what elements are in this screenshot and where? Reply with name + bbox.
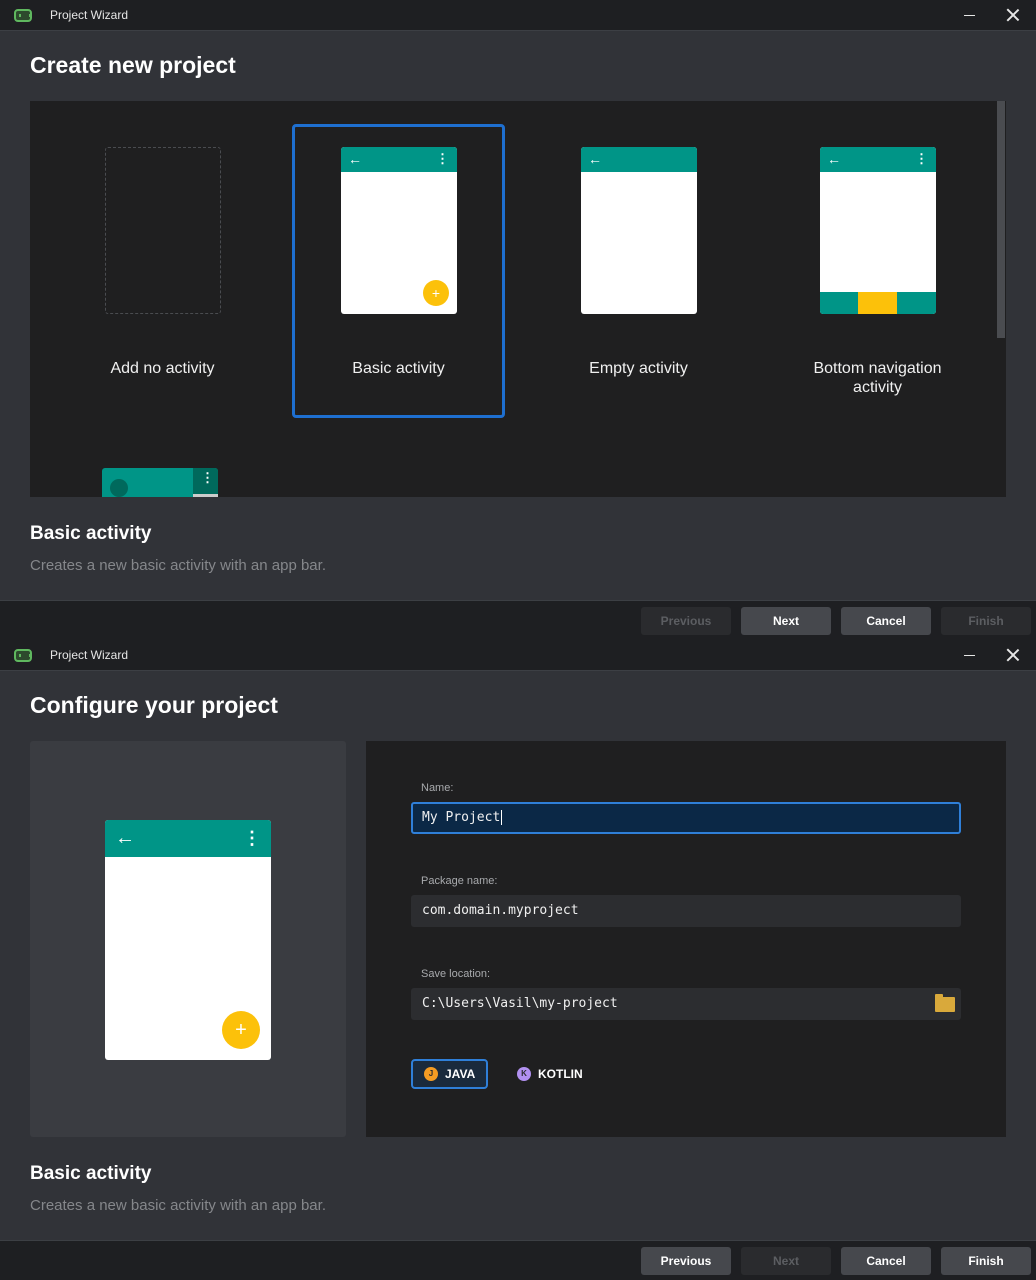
language-option-kotlin[interactable]: K KOTLIN (504, 1059, 583, 1089)
wizard-footer: Previous Next Cancel Finish (0, 1240, 1036, 1280)
page-title: Create new project (30, 52, 236, 78)
basic-activity-preview: ← ⋮ + (341, 147, 457, 314)
finish-button[interactable]: Finish (941, 1247, 1031, 1275)
close-icon[interactable] (1006, 8, 1020, 22)
bottom-navigation-preview: ← ⋮ (820, 147, 936, 314)
title-bar: Project Wizard (0, 640, 1036, 671)
fab-icon: + (222, 1011, 260, 1049)
window-title: Project Wizard (50, 648, 129, 662)
package-name-value: com.domain.myproject (422, 903, 579, 918)
name-value: My Project (422, 810, 501, 825)
back-arrow-icon: ← (115, 827, 135, 849)
cancel-button[interactable]: Cancel (841, 1247, 931, 1275)
language-label: JAVA (445, 1067, 476, 1081)
app-bar: ← ⋮ (341, 147, 457, 172)
back-arrow-icon: ← (588, 151, 602, 167)
template-label: Add no activity (110, 360, 215, 377)
app-bar: ← ⋮ (820, 147, 936, 172)
template-tile-basic-activity[interactable]: ← ⋮ + Basic activity (292, 124, 505, 418)
language-option-java[interactable]: J JAVA (411, 1059, 488, 1089)
close-icon[interactable] (1006, 648, 1020, 662)
save-location-field[interactable]: C:\Users\Vasil\my-project (411, 988, 961, 1020)
language-label: KOTLIN (538, 1067, 583, 1081)
template-description-text: Creates a new basic activity with an app… (30, 557, 326, 574)
title-bar: Project Wizard (0, 0, 1036, 31)
kotlin-icon: K (517, 1067, 531, 1081)
template-tile-partial[interactable] (102, 468, 218, 497)
app-bar: ← ⋮ (105, 820, 271, 857)
template-tile-bottom-navigation[interactable]: ← ⋮ Bottom navigation activity (771, 124, 984, 418)
template-description-title: Basic activity (30, 1163, 152, 1184)
partial-tile-strip (193, 494, 218, 497)
package-name-label: Package name: (421, 875, 498, 887)
template-preview-panel: ← ⋮ + (30, 741, 346, 1137)
window-title: Project Wizard (50, 8, 129, 22)
avatar-icon (110, 479, 128, 497)
save-location-value: C:\Users\Vasil\my-project (422, 996, 618, 1011)
project-config-form: Name: My Project Package name: com.domai… (366, 741, 1006, 1137)
project-wizard-window-create: Project Wizard Create new project Add no… (0, 0, 1036, 640)
template-tile-no-activity[interactable]: Add no activity (56, 124, 269, 418)
template-tile-empty-activity[interactable]: ← Empty activity (532, 124, 745, 418)
previous-button[interactable]: Previous (641, 1247, 731, 1275)
template-description-title: Basic activity (30, 523, 152, 544)
no-activity-preview (105, 147, 221, 314)
back-arrow-icon: ← (827, 151, 841, 167)
app-bar: ← (581, 147, 697, 172)
overflow-menu-icon: ⋮ (436, 151, 449, 166)
previous-button[interactable]: Previous (641, 607, 731, 635)
fab-icon: + (423, 280, 449, 306)
java-icon: J (424, 1067, 438, 1081)
finish-button[interactable]: Finish (941, 607, 1031, 635)
empty-activity-preview: ← (581, 147, 697, 314)
back-arrow-icon: ← (348, 151, 362, 167)
template-label: Basic activity (352, 360, 445, 377)
app-logo-icon (14, 649, 32, 662)
basic-activity-preview: ← ⋮ + (105, 820, 271, 1060)
activity-template-gallery: Add no activity ← ⋮ + Basic activity ← E… (30, 101, 1006, 497)
bottom-nav-active-item (858, 292, 897, 314)
overflow-menu-icon (193, 468, 218, 494)
app-logo-icon (14, 9, 32, 22)
cancel-button[interactable]: Cancel (841, 607, 931, 635)
overflow-menu-icon: ⋮ (915, 151, 928, 166)
template-label: Empty activity (589, 360, 688, 377)
next-button[interactable]: Next (741, 607, 831, 635)
package-name-field[interactable]: com.domain.myproject (411, 895, 961, 927)
save-location-label: Save location: (421, 968, 491, 980)
minimize-icon[interactable] (964, 655, 975, 656)
text-caret (501, 810, 503, 825)
scrollbar-thumb[interactable] (997, 101, 1005, 338)
bottom-navigation-bar (820, 292, 936, 314)
template-description-text: Creates a new basic activity with an app… (30, 1197, 326, 1214)
next-button[interactable]: Next (741, 1247, 831, 1275)
overflow-menu-icon: ⋮ (243, 828, 261, 848)
name-label: Name: (421, 782, 454, 794)
template-label: Bottom navigation activity (813, 360, 942, 396)
name-field[interactable]: My Project (411, 802, 961, 834)
page-title: Configure your project (30, 692, 278, 718)
minimize-icon[interactable] (964, 15, 975, 16)
folder-icon[interactable] (935, 994, 955, 1012)
wizard-footer: Previous Next Cancel Finish (0, 600, 1036, 640)
project-wizard-window-configure: Project Wizard Configure your project ← … (0, 640, 1036, 1280)
